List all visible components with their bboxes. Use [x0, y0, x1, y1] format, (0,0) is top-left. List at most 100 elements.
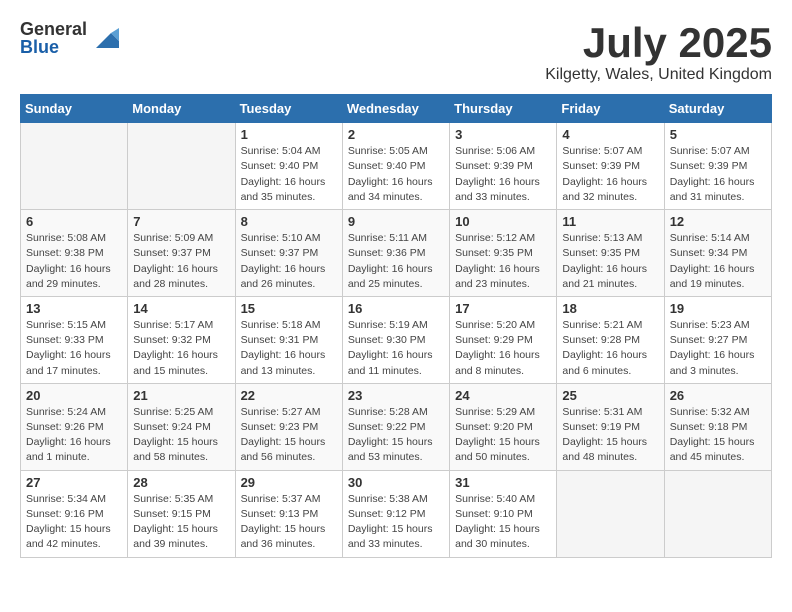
day-info: Sunrise: 5:38 AMSunset: 9:12 PMDaylight:…	[348, 492, 444, 553]
day-info: Sunrise: 5:37 AMSunset: 9:13 PMDaylight:…	[241, 492, 337, 553]
day-number: 23	[348, 388, 444, 403]
day-number: 22	[241, 388, 337, 403]
day-info: Sunrise: 5:40 AMSunset: 9:10 PMDaylight:…	[455, 492, 551, 553]
calendar-cell	[21, 123, 128, 210]
location-title: Kilgetty, Wales, United Kingdom	[545, 66, 772, 84]
calendar-cell: 20 Sunrise: 5:24 AMSunset: 9:26 PMDayligh…	[21, 383, 128, 470]
calendar-cell: 16 Sunrise: 5:19 AMSunset: 9:30 PMDayligh…	[342, 296, 449, 383]
weekday-header-sunday: Sunday	[21, 95, 128, 123]
calendar-cell: 13 Sunrise: 5:15 AMSunset: 9:33 PMDayligh…	[21, 296, 128, 383]
title-area: July 2025 Kilgetty, Wales, United Kingdo…	[545, 20, 772, 84]
day-number: 13	[26, 301, 122, 316]
calendar-cell: 28 Sunrise: 5:35 AMSunset: 9:15 PMDayligh…	[128, 470, 235, 557]
calendar-cell: 23 Sunrise: 5:28 AMSunset: 9:22 PMDayligh…	[342, 383, 449, 470]
calendar-week-row: 20 Sunrise: 5:24 AMSunset: 9:26 PMDayligh…	[21, 383, 772, 470]
day-number: 28	[133, 475, 229, 490]
calendar-cell: 8Sunrise: 5:10 AMSunset: 9:37 PMDaylight…	[235, 210, 342, 297]
calendar-cell: 17 Sunrise: 5:20 AMSunset: 9:29 PMDayligh…	[450, 296, 557, 383]
day-info: Sunrise: 5:11 AMSunset: 9:36 PMDaylight:…	[348, 231, 444, 292]
weekday-header-monday: Monday	[128, 95, 235, 123]
day-info: Sunrise: 5:31 AMSunset: 9:19 PMDaylight:…	[562, 405, 658, 466]
weekday-header-wednesday: Wednesday	[342, 95, 449, 123]
day-info: Sunrise: 5:35 AMSunset: 9:15 PMDaylight:…	[133, 492, 229, 553]
calendar-cell	[557, 470, 664, 557]
calendar-cell: 14 Sunrise: 5:17 AMSunset: 9:32 PMDayligh…	[128, 296, 235, 383]
calendar-cell: 22 Sunrise: 5:27 AMSunset: 9:23 PMDayligh…	[235, 383, 342, 470]
weekday-header-thursday: Thursday	[450, 95, 557, 123]
logo: General Blue	[20, 20, 121, 56]
day-number: 17	[455, 301, 551, 316]
calendar-cell: 4Sunrise: 5:07 AMSunset: 9:39 PMDaylight…	[557, 123, 664, 210]
day-number: 14	[133, 301, 229, 316]
day-number: 15	[241, 301, 337, 316]
day-number: 25	[562, 388, 658, 403]
calendar-cell	[664, 470, 771, 557]
day-number: 8	[241, 214, 337, 229]
day-info: Sunrise: 5:14 AMSunset: 9:34 PMDaylight:…	[670, 231, 766, 292]
day-info: Sunrise: 5:08 AMSunset: 9:38 PMDaylight:…	[26, 231, 122, 292]
calendar-cell: 25 Sunrise: 5:31 AMSunset: 9:19 PMDayligh…	[557, 383, 664, 470]
day-info: Sunrise: 5:24 AMSunset: 9:26 PMDaylight:…	[26, 405, 122, 466]
day-number: 19	[670, 301, 766, 316]
calendar-week-row: 1Sunrise: 5:04 AMSunset: 9:40 PMDaylight…	[21, 123, 772, 210]
calendar-cell: 9Sunrise: 5:11 AMSunset: 9:36 PMDaylight…	[342, 210, 449, 297]
calendar-cell: 5 Sunrise: 5:07 AMSunset: 9:39 PMDaylight…	[664, 123, 771, 210]
day-info: Sunrise: 5:20 AMSunset: 9:29 PMDaylight:…	[455, 318, 551, 379]
weekday-header-row: SundayMondayTuesdayWednesdayThursdayFrid…	[21, 95, 772, 123]
day-info: Sunrise: 5:07 AMSunset: 9:39 PMDaylight:…	[562, 144, 658, 205]
page-header: General Blue July 2025 Kilgetty, Wales, …	[20, 20, 772, 84]
day-info: Sunrise: 5:29 AMSunset: 9:20 PMDaylight:…	[455, 405, 551, 466]
calendar-cell: 27Sunrise: 5:34 AMSunset: 9:16 PMDayligh…	[21, 470, 128, 557]
calendar-cell: 3Sunrise: 5:06 AMSunset: 9:39 PMDaylight…	[450, 123, 557, 210]
day-number: 5	[670, 127, 766, 142]
weekday-header-friday: Friday	[557, 95, 664, 123]
calendar-cell: 24 Sunrise: 5:29 AMSunset: 9:20 PMDayligh…	[450, 383, 557, 470]
day-number: 26	[670, 388, 766, 403]
day-info: Sunrise: 5:32 AMSunset: 9:18 PMDaylight:…	[670, 405, 766, 466]
day-info: Sunrise: 5:21 AMSunset: 9:28 PMDaylight:…	[562, 318, 658, 379]
calendar-cell: 31 Sunrise: 5:40 AMSunset: 9:10 PMDayligh…	[450, 470, 557, 557]
day-number: 10	[455, 214, 551, 229]
calendar-cell: 1Sunrise: 5:04 AMSunset: 9:40 PMDaylight…	[235, 123, 342, 210]
day-number: 16	[348, 301, 444, 316]
logo-general: General	[20, 20, 87, 38]
day-info: Sunrise: 5:07 AMSunset: 9:39 PMDaylight:…	[670, 144, 766, 205]
calendar-cell: 29Sunrise: 5:37 AMSunset: 9:13 PMDayligh…	[235, 470, 342, 557]
day-info: Sunrise: 5:28 AMSunset: 9:22 PMDaylight:…	[348, 405, 444, 466]
day-info: Sunrise: 5:18 AMSunset: 9:31 PMDaylight:…	[241, 318, 337, 379]
day-number: 12	[670, 214, 766, 229]
calendar-week-row: 27Sunrise: 5:34 AMSunset: 9:16 PMDayligh…	[21, 470, 772, 557]
calendar-cell: 7Sunrise: 5:09 AMSunset: 9:37 PMDaylight…	[128, 210, 235, 297]
day-info: Sunrise: 5:27 AMSunset: 9:23 PMDaylight:…	[241, 405, 337, 466]
day-number: 20	[26, 388, 122, 403]
calendar-cell: 10 Sunrise: 5:12 AMSunset: 9:35 PMDayligh…	[450, 210, 557, 297]
day-info: Sunrise: 5:13 AMSunset: 9:35 PMDaylight:…	[562, 231, 658, 292]
weekday-header-saturday: Saturday	[664, 95, 771, 123]
day-number: 30	[348, 475, 444, 490]
day-number: 31	[455, 475, 551, 490]
day-number: 24	[455, 388, 551, 403]
day-info: Sunrise: 5:17 AMSunset: 9:32 PMDaylight:…	[133, 318, 229, 379]
day-number: 1	[241, 127, 337, 142]
calendar-body: 1Sunrise: 5:04 AMSunset: 9:40 PMDaylight…	[21, 123, 772, 557]
logo-blue: Blue	[20, 38, 87, 56]
day-info: Sunrise: 5:19 AMSunset: 9:30 PMDaylight:…	[348, 318, 444, 379]
day-number: 18	[562, 301, 658, 316]
calendar-header: SundayMondayTuesdayWednesdayThursdayFrid…	[21, 95, 772, 123]
day-info: Sunrise: 5:34 AMSunset: 9:16 PMDaylight:…	[26, 492, 122, 553]
calendar-cell: 15 Sunrise: 5:18 AMSunset: 9:31 PMDayligh…	[235, 296, 342, 383]
day-number: 21	[133, 388, 229, 403]
calendar-week-row: 13 Sunrise: 5:15 AMSunset: 9:33 PMDayligh…	[21, 296, 772, 383]
calendar-cell: 19Sunrise: 5:23 AMSunset: 9:27 PMDayligh…	[664, 296, 771, 383]
calendar-cell	[128, 123, 235, 210]
day-info: Sunrise: 5:15 AMSunset: 9:33 PMDaylight:…	[26, 318, 122, 379]
month-title: July 2025	[545, 20, 772, 66]
calendar-cell: 11Sunrise: 5:13 AMSunset: 9:35 PMDayligh…	[557, 210, 664, 297]
calendar-cell: 26 Sunrise: 5:32 AMSunset: 9:18 PMDayligh…	[664, 383, 771, 470]
calendar-cell: 2Sunrise: 5:05 AMSunset: 9:40 PMDaylight…	[342, 123, 449, 210]
day-info: Sunrise: 5:05 AMSunset: 9:40 PMDaylight:…	[348, 144, 444, 205]
day-info: Sunrise: 5:12 AMSunset: 9:35 PMDaylight:…	[455, 231, 551, 292]
day-info: Sunrise: 5:06 AMSunset: 9:39 PMDaylight:…	[455, 144, 551, 205]
calendar-cell: 21Sunrise: 5:25 AMSunset: 9:24 PMDayligh…	[128, 383, 235, 470]
calendar-cell: 18 Sunrise: 5:21 AMSunset: 9:28 PMDayligh…	[557, 296, 664, 383]
